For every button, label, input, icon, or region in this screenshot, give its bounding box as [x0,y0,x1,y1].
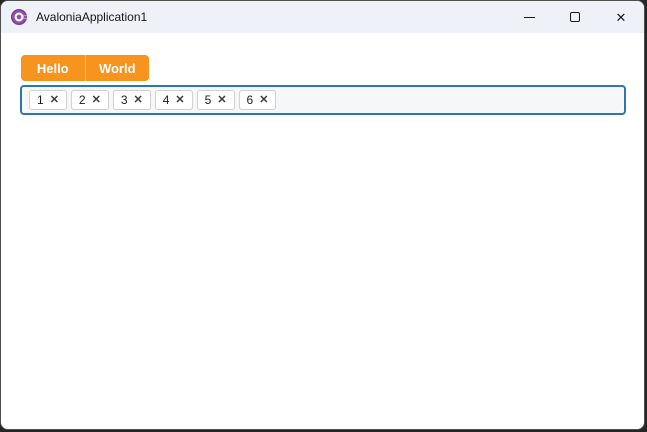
chip[interactable]: 2 ✕ [70,90,109,110]
chip-label: 6 [246,93,254,107]
tab-hello[interactable]: Hello [21,55,85,81]
app-window: AvaloniaApplication1 ✕ Hello World 1 ✕ 2… [0,0,645,430]
minimize-button[interactable] [506,1,552,33]
chip[interactable]: 6 ✕ [238,90,277,110]
chip-remove-icon[interactable]: ✕ [50,94,59,106]
chip[interactable]: 3 ✕ [112,90,151,110]
chip-label: 2 [78,93,86,107]
chip-label: 4 [162,93,170,107]
chip-remove-icon[interactable]: ✕ [259,94,268,106]
chip-remove-icon[interactable]: ✕ [175,94,184,106]
chip-label: 3 [120,93,128,107]
maximize-icon [570,12,580,22]
avalonia-logo-icon [11,9,27,25]
tabstrip: Hello World [21,55,149,81]
chips-input-field[interactable]: 1 ✕ 2 ✕ 3 ✕ 4 ✕ 5 ✕ 6 ✕ [20,85,626,115]
chip[interactable]: 1 ✕ [29,90,67,110]
chip-label: 5 [204,93,212,107]
minimize-icon [523,16,535,18]
window-content: Hello World 1 ✕ 2 ✕ 3 ✕ 4 ✕ 5 ✕ 6 ✕ [1,33,644,429]
titlebar[interactable]: AvaloniaApplication1 ✕ [1,1,644,33]
window-title: AvaloniaApplication1 [36,10,148,24]
chip[interactable]: 4 ✕ [154,90,193,110]
chip-remove-icon[interactable]: ✕ [92,94,101,106]
close-icon: ✕ [615,9,627,25]
chip-remove-icon[interactable]: ✕ [134,94,143,106]
maximize-button[interactable] [552,1,598,33]
chip[interactable]: 5 ✕ [196,90,235,110]
chip-label: 1 [37,93,44,107]
close-button[interactable]: ✕ [598,1,644,33]
chip-remove-icon[interactable]: ✕ [217,94,226,106]
tab-world[interactable]: World [86,55,150,81]
